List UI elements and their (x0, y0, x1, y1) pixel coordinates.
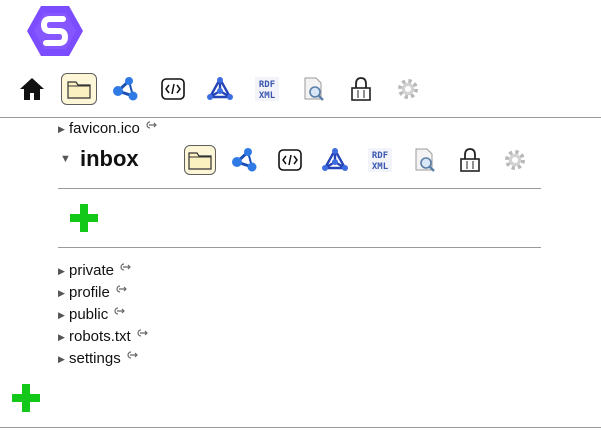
lock-icon (460, 148, 480, 172)
add-to-inbox-button[interactable] (69, 203, 99, 238)
settings-button[interactable] (390, 73, 426, 105)
graph-button[interactable] (202, 73, 238, 105)
settings-button[interactable] (499, 145, 531, 175)
divider (58, 247, 541, 248)
external-link-icon[interactable] (118, 262, 132, 272)
code-icon (278, 149, 302, 171)
gear-icon (505, 150, 525, 170)
lock-button[interactable] (343, 73, 379, 105)
expand-arrow-icon[interactable]: ▶ (58, 328, 68, 346)
tree-item-label[interactable]: public (69, 306, 108, 324)
folder-icon (188, 152, 212, 170)
tree-item-robots[interactable]: ▶ robots.txt (58, 328, 149, 346)
lock-icon (351, 77, 371, 101)
code-button[interactable] (155, 73, 191, 105)
collapse-arrow-icon[interactable]: ▼ (60, 153, 71, 165)
plus-icon (12, 384, 40, 412)
tree-item-profile[interactable]: ▶ profile (58, 284, 128, 302)
rdf-xml-button[interactable]: RDF XML (364, 145, 396, 175)
graph-molecule-icon (322, 148, 348, 171)
home-button[interactable] (14, 73, 50, 105)
lock-button[interactable] (454, 145, 486, 175)
svg-text:XML: XML (372, 162, 389, 172)
expand-arrow-icon[interactable]: ▶ (58, 284, 68, 302)
expand-arrow-icon[interactable]: ▶ (58, 120, 68, 138)
svg-text:RDF: RDF (372, 151, 388, 161)
tree-item-favicon[interactable]: ▶ favicon.ico (58, 120, 158, 138)
external-link-icon[interactable] (125, 350, 139, 360)
expand-arrow-icon[interactable]: ▶ (58, 306, 68, 324)
tree-item-inbox[interactable]: ▼ inbox (60, 146, 139, 172)
home-icon (20, 78, 44, 100)
search-button[interactable] (409, 145, 441, 175)
tree-item-label[interactable]: favicon.ico (69, 120, 140, 138)
add-to-root-button[interactable] (11, 383, 41, 418)
divider (0, 427, 601, 428)
plus-icon (70, 204, 98, 232)
share-network-icon (232, 148, 257, 172)
svg-text:RDF: RDF (259, 80, 275, 90)
svg-text:XML: XML (259, 91, 276, 101)
main-toolbar: RDF XML (14, 72, 437, 106)
folder-icon (67, 81, 91, 99)
tree-item-label[interactable]: profile (69, 284, 110, 302)
document-search-icon (415, 148, 435, 172)
tree-item-settings[interactable]: ▶ settings (58, 350, 139, 368)
tree-item-public[interactable]: ▶ public (58, 306, 126, 324)
share-button[interactable] (229, 145, 261, 175)
code-icon (161, 78, 185, 100)
folder-button[interactable] (184, 145, 216, 175)
solid-logo-icon (27, 6, 83, 56)
tree-item-label[interactable]: private (69, 262, 114, 280)
divider (58, 188, 541, 189)
inbox-title[interactable]: inbox (80, 146, 139, 172)
external-link-icon[interactable] (114, 284, 128, 294)
inbox-toolbar: RDF XML (184, 144, 544, 176)
gear-icon (398, 79, 418, 99)
divider (0, 117, 601, 118)
external-link-icon[interactable] (144, 120, 158, 130)
external-link-icon[interactable] (135, 328, 149, 338)
rdf-xml-icon: RDF XML (368, 148, 392, 172)
document-search-icon (304, 77, 324, 101)
search-button[interactable] (296, 73, 332, 105)
tree-item-label[interactable]: robots.txt (69, 328, 131, 346)
share-network-icon (113, 77, 138, 101)
graph-molecule-icon (207, 77, 233, 100)
rdf-xml-button[interactable]: RDF XML (249, 73, 285, 105)
code-button[interactable] (274, 145, 306, 175)
expand-arrow-icon[interactable]: ▶ (58, 262, 68, 280)
expand-arrow-icon[interactable]: ▶ (58, 350, 68, 368)
external-link-icon[interactable] (112, 306, 126, 316)
share-button[interactable] (108, 73, 144, 105)
tree-item-private[interactable]: ▶ private (58, 262, 132, 280)
solid-logo (26, 4, 84, 58)
folder-button[interactable] (61, 73, 97, 105)
tree-item-label[interactable]: settings (69, 350, 121, 368)
rdf-xml-icon: RDF XML (255, 77, 279, 101)
graph-button[interactable] (319, 145, 351, 175)
